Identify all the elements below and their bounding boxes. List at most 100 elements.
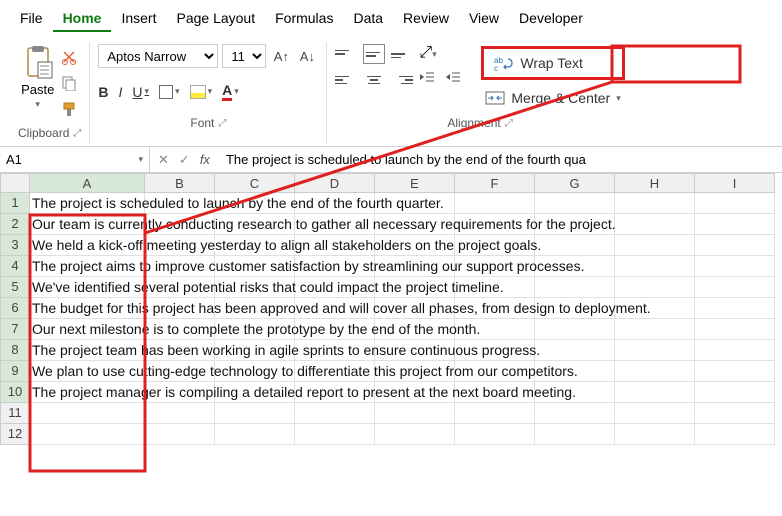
bold-button[interactable]: B — [98, 82, 108, 101]
row-header-3[interactable]: 3 — [0, 235, 30, 256]
copy-button[interactable] — [60, 74, 78, 92]
cell-G10[interactable] — [535, 382, 615, 403]
cell-D12[interactable] — [295, 424, 375, 445]
row-header-6[interactable]: 6 — [0, 298, 30, 319]
cell-B4[interactable] — [145, 256, 215, 277]
cell-B5[interactable] — [145, 277, 215, 298]
row-header-8[interactable]: 8 — [0, 340, 30, 361]
cell-G2[interactable] — [535, 214, 615, 235]
row-header-2[interactable]: 2 — [0, 214, 30, 235]
cell-F2[interactable] — [455, 214, 535, 235]
cell-A11[interactable] — [30, 403, 145, 424]
cell-G4[interactable] — [535, 256, 615, 277]
cell-D4[interactable] — [295, 256, 375, 277]
cell-H8[interactable] — [615, 340, 695, 361]
borders-button[interactable]: ▾ — [159, 82, 180, 101]
cell-F1[interactable] — [455, 193, 535, 214]
paste-button[interactable]: Paste ▾ — [21, 44, 54, 110]
cell-I2[interactable] — [695, 214, 775, 235]
cell-I1[interactable] — [695, 193, 775, 214]
cell-A1[interactable] — [30, 193, 145, 214]
row-header-11[interactable]: 11 — [0, 403, 30, 424]
cell-A12[interactable] — [30, 424, 145, 445]
alignment-launcher-icon[interactable]: ⤢ — [505, 118, 513, 129]
cell-D2[interactable] — [295, 214, 375, 235]
cell-E2[interactable] — [375, 214, 455, 235]
cell-I8[interactable] — [695, 340, 775, 361]
cell-E10[interactable] — [375, 382, 455, 403]
cell-D3[interactable] — [295, 235, 375, 256]
name-box[interactable]: A1 ▾ — [0, 147, 150, 172]
row-header-10[interactable]: 10 — [0, 382, 30, 403]
cell-D8[interactable] — [295, 340, 375, 361]
cell-D11[interactable] — [295, 403, 375, 424]
cell-B11[interactable] — [145, 403, 215, 424]
cancel-formula-icon[interactable]: ✕ — [158, 152, 169, 168]
cell-E7[interactable] — [375, 319, 455, 340]
cell-A2[interactable] — [30, 214, 145, 235]
cell-F12[interactable] — [455, 424, 535, 445]
cell-C7[interactable] — [215, 319, 295, 340]
cell-G6[interactable] — [535, 298, 615, 319]
cell-B1[interactable] — [145, 193, 215, 214]
cell-B7[interactable] — [145, 319, 215, 340]
cell-E3[interactable] — [375, 235, 455, 256]
menu-developer[interactable]: Developer — [509, 6, 593, 32]
align-left-button[interactable] — [335, 70, 357, 90]
italic-button[interactable]: I — [119, 82, 123, 101]
row-header-5[interactable]: 5 — [0, 277, 30, 298]
cell-A3[interactable] — [30, 235, 145, 256]
menu-home[interactable]: Home — [53, 6, 112, 32]
menu-data[interactable]: Data — [343, 6, 393, 32]
cell-E6[interactable] — [375, 298, 455, 319]
cell-G1[interactable] — [535, 193, 615, 214]
align-bottom-button[interactable] — [391, 44, 413, 64]
col-header-E[interactable]: E — [375, 173, 455, 193]
col-header-D[interactable]: D — [295, 173, 375, 193]
font-size-select[interactable]: 11 — [222, 44, 266, 68]
cell-G11[interactable] — [535, 403, 615, 424]
cell-D7[interactable] — [295, 319, 375, 340]
cell-E4[interactable] — [375, 256, 455, 277]
cell-B8[interactable] — [145, 340, 215, 361]
cell-C6[interactable] — [215, 298, 295, 319]
cell-C2[interactable] — [215, 214, 295, 235]
fill-color-button[interactable]: ▾ — [190, 82, 213, 101]
menu-page-layout[interactable]: Page Layout — [166, 6, 265, 32]
formula-content[interactable]: The project is scheduled to launch by th… — [218, 152, 782, 167]
menu-review[interactable]: Review — [393, 6, 459, 32]
cell-D5[interactable] — [295, 277, 375, 298]
cell-H1[interactable] — [615, 193, 695, 214]
cell-A6[interactable] — [30, 298, 145, 319]
cell-I4[interactable] — [695, 256, 775, 277]
cell-H2[interactable] — [615, 214, 695, 235]
cell-G9[interactable] — [535, 361, 615, 382]
row-header-12[interactable]: 12 — [0, 424, 30, 445]
font-color-button[interactable]: A ▾ — [222, 82, 239, 101]
menu-view[interactable]: View — [459, 6, 509, 32]
col-header-F[interactable]: F — [455, 173, 535, 193]
cell-H10[interactable] — [615, 382, 695, 403]
cell-B12[interactable] — [145, 424, 215, 445]
cell-I6[interactable] — [695, 298, 775, 319]
menu-insert[interactable]: Insert — [111, 6, 166, 32]
cell-F5[interactable] — [455, 277, 535, 298]
merge-dropdown-icon[interactable]: ▾ — [616, 93, 621, 104]
insert-function-icon[interactable]: fx — [200, 152, 210, 167]
cell-H7[interactable] — [615, 319, 695, 340]
cell-A8[interactable] — [30, 340, 145, 361]
cell-D1[interactable] — [295, 193, 375, 214]
decrease-indent-button[interactable] — [419, 70, 439, 90]
cell-G5[interactable] — [535, 277, 615, 298]
cell-A10[interactable] — [30, 382, 145, 403]
cell-I9[interactable] — [695, 361, 775, 382]
cell-C12[interactable] — [215, 424, 295, 445]
align-top-button[interactable] — [335, 44, 357, 64]
enter-formula-icon[interactable]: ✓ — [179, 152, 190, 168]
cell-H3[interactable] — [615, 235, 695, 256]
cell-F4[interactable] — [455, 256, 535, 277]
cell-I12[interactable] — [695, 424, 775, 445]
cell-E12[interactable] — [375, 424, 455, 445]
cell-H6[interactable] — [615, 298, 695, 319]
cell-I11[interactable] — [695, 403, 775, 424]
